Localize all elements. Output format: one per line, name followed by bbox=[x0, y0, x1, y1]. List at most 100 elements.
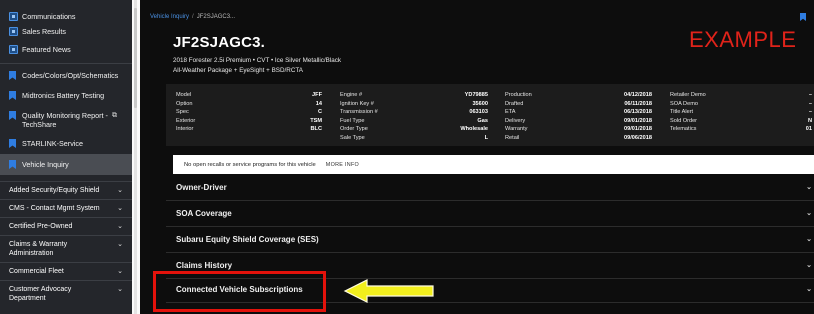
details-labels-col3: Production Drafted ETA Delivery Warranty… bbox=[505, 91, 532, 142]
chevron-down-icon: ⌄ bbox=[117, 205, 123, 212]
detail-label: Transmission # bbox=[340, 109, 378, 115]
vehicle-description-line: 2018 Forester 2.5i Premium • CVT • Ice S… bbox=[173, 57, 342, 64]
accordion-ses-coverage[interactable]: Subaru Equity Shield Coverage (SES) ⌄ bbox=[166, 227, 814, 253]
accordion-label: SOA Coverage bbox=[176, 209, 232, 218]
detail-label: Ignition Key # bbox=[340, 100, 374, 107]
recall-notice: No open recalls or service programs for … bbox=[173, 155, 814, 174]
sidebar-item-featured-news[interactable]: Featured News bbox=[0, 39, 132, 57]
sidebar-category-claims[interactable]: Claims & Warranty Administration ⌄ bbox=[0, 235, 132, 262]
detail-value: YD79885 bbox=[464, 92, 488, 98]
sidebar-category-cms[interactable]: CMS - Contact Mgmt System ⌄ bbox=[0, 199, 132, 217]
sidebar-item-label: Vehicle Inquiry bbox=[22, 160, 69, 169]
detail-value: 35600 bbox=[472, 100, 488, 107]
external-link-icon[interactable]: ⧉ bbox=[112, 111, 117, 120]
sidebar-item-label: Sales Results bbox=[22, 27, 66, 36]
detail-label: Spec bbox=[176, 109, 189, 115]
chart-icon bbox=[9, 27, 18, 36]
sidebar-item-communications[interactable]: Communications bbox=[0, 0, 132, 24]
sidebar-item-starlink[interactable]: STARLINK-Service bbox=[0, 132, 132, 151]
detail-value: 06/13/2018 bbox=[624, 109, 652, 115]
detail-label: Drafted bbox=[505, 100, 524, 107]
detail-label: Sale Type bbox=[340, 134, 365, 141]
page-title: JF2SJAGC3. bbox=[173, 34, 266, 51]
annotation-arrow-icon bbox=[343, 279, 434, 303]
breadcrumb-current: JF2SJAGC3... bbox=[196, 14, 236, 20]
chevron-down-icon: ⌄ bbox=[806, 236, 812, 243]
details-values-col4: – – – N 01 bbox=[796, 91, 812, 134]
sidebar-item-sales-results[interactable]: Sales Results bbox=[0, 24, 132, 39]
sidebar-item-vehicle-inquiry[interactable]: Vehicle Inquiry bbox=[0, 154, 132, 175]
detail-value: BLC bbox=[310, 126, 323, 132]
vehicle-description-line: All-Weather Package + EyeSight + BSD/RCT… bbox=[173, 67, 303, 74]
detail-label: Engine # bbox=[340, 92, 363, 98]
details-values-col2: YD79885 35600 063103 Gas Wholesale L bbox=[442, 91, 488, 142]
scrollbar-thumb[interactable] bbox=[134, 8, 137, 108]
detail-label: Production bbox=[505, 92, 532, 98]
sidebar-item-label: Featured News bbox=[22, 45, 71, 54]
sidebar-item-quality-monitoring[interactable]: Quality Monitoring Report - TechShare ⧉ bbox=[0, 103, 132, 132]
sidebar-category-label: Claims & Warranty Administration bbox=[9, 241, 68, 257]
detail-value: – bbox=[808, 92, 812, 98]
details-values-col1: JFF 14 C TSM BLC bbox=[286, 91, 322, 134]
sidebar-category-label: Certified Pre-Owned bbox=[9, 223, 73, 230]
detail-value: Gas bbox=[477, 117, 488, 124]
sidebar-category-cpo[interactable]: Certified Pre-Owned ⌄ bbox=[0, 217, 132, 235]
detail-value: 063103 bbox=[469, 109, 488, 115]
detail-label: Model bbox=[176, 92, 192, 98]
accordion-label: Owner-Driver bbox=[176, 183, 227, 192]
bookmark-icon bbox=[9, 91, 16, 100]
bookmark-icon[interactable] bbox=[800, 13, 806, 21]
sidebar-scrollbar[interactable] bbox=[132, 0, 140, 314]
sidebar-item-codes-colors[interactable]: Codes/Colors/Opt/Schematics bbox=[0, 64, 132, 83]
chevron-down-icon: ⌄ bbox=[806, 286, 812, 293]
detail-value: – bbox=[808, 109, 812, 115]
detail-label: SOA Demo bbox=[670, 100, 698, 107]
detail-label: ETA bbox=[505, 109, 516, 115]
breadcrumb: Vehicle Inquiry / JF2SJAGC3... bbox=[150, 14, 235, 20]
chevron-down-icon: ⌄ bbox=[806, 262, 812, 269]
detail-label: Option bbox=[176, 100, 193, 107]
sidebar-item-label: STARLINK-Service bbox=[22, 139, 83, 148]
more-info-link[interactable]: MORE INFO bbox=[326, 162, 359, 168]
detail-value: L bbox=[484, 134, 488, 141]
detail-label: Order Type bbox=[340, 126, 368, 132]
accordion-owner-driver[interactable]: Owner-Driver ⌄ bbox=[166, 175, 814, 201]
details-labels-col4: Retailer Demo SOA Demo Title Alert Sold … bbox=[670, 91, 706, 134]
detail-label: Interior bbox=[176, 126, 194, 132]
chevron-down-icon: ⌄ bbox=[117, 187, 123, 194]
news-icon bbox=[9, 45, 18, 54]
main-content: Vehicle Inquiry / JF2SJAGC3... JF2SJAGC3. … bbox=[140, 0, 814, 314]
detail-label: Retailer Demo bbox=[670, 92, 706, 98]
detail-value: JFF bbox=[312, 92, 322, 98]
sidebar-category-label: Added Security/Equity Shield bbox=[9, 187, 100, 194]
detail-label: Fuel Type bbox=[340, 117, 365, 124]
chevron-down-icon: ⌄ bbox=[117, 241, 123, 248]
sidebar-nav: Communications Sales Results Featured Ne… bbox=[0, 0, 132, 314]
accordion-soa-coverage[interactable]: SOA Coverage ⌄ bbox=[166, 201, 814, 227]
detail-label: Delivery bbox=[505, 117, 526, 124]
sidebar-category-commercial-fleet[interactable]: Commercial Fleet ⌄ bbox=[0, 262, 132, 280]
chevron-down-icon: ⌄ bbox=[806, 184, 812, 191]
detail-value: 09/06/2018 bbox=[624, 134, 652, 141]
sidebar-item-midtronics[interactable]: Midtronics Battery Testing bbox=[0, 83, 132, 103]
detail-label: Sold Order bbox=[670, 117, 698, 124]
sidebar-category-label: Commercial Fleet bbox=[9, 268, 64, 275]
bookmark-icon bbox=[9, 111, 16, 120]
details-values-col3: 04/12/2018 06/11/2018 06/13/2018 09/01/2… bbox=[608, 91, 652, 142]
detail-value: TSM bbox=[310, 117, 322, 124]
detail-label: Retail bbox=[505, 134, 520, 141]
bookmark-icon bbox=[9, 160, 16, 169]
sidebar-category-customer-advocacy[interactable]: Customer Advocacy Department ⌄ bbox=[0, 280, 132, 307]
sidebar-category-added-security[interactable]: Added Security/Equity Shield ⌄ bbox=[0, 181, 132, 199]
detail-value: 04/12/2018 bbox=[624, 92, 652, 98]
chevron-down-icon: ⌄ bbox=[117, 268, 123, 275]
message-icon bbox=[9, 12, 18, 21]
details-labels-col2: Engine # Ignition Key # Transmission # F… bbox=[340, 91, 378, 142]
example-watermark: EXAMPLE bbox=[689, 27, 797, 52]
detail-value: C bbox=[317, 109, 322, 115]
vehicle-description: 2018 Forester 2.5i Premium • CVT • Ice S… bbox=[173, 56, 341, 76]
detail-value: 06/11/2018 bbox=[624, 100, 652, 107]
detail-value: N bbox=[807, 117, 812, 124]
accordion-label: Claims History bbox=[176, 261, 233, 270]
breadcrumb-link[interactable]: Vehicle Inquiry bbox=[150, 14, 189, 20]
